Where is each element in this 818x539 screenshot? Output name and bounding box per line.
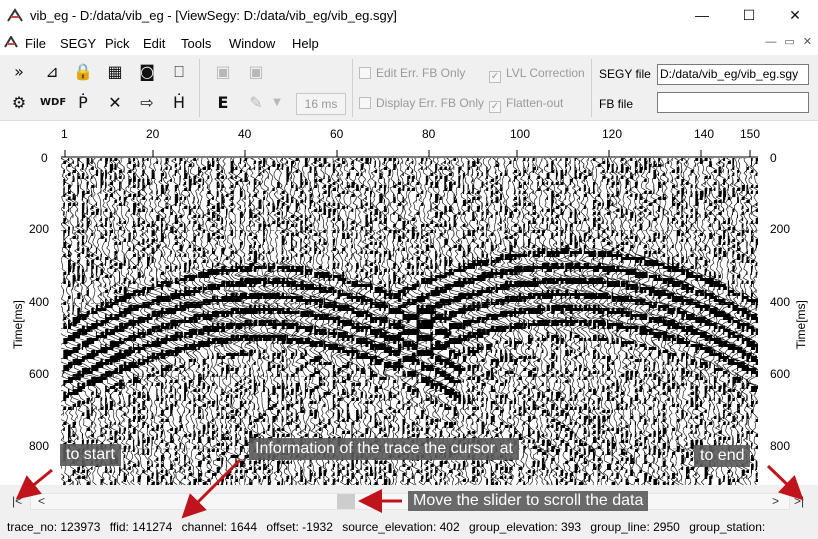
gear-icon[interactable]: ⚙ — [7, 92, 31, 114]
menu-bar: File SEGY Pick Edit Tools Window Help — ▭… — [0, 31, 818, 55]
scroll-slider[interactable] — [337, 494, 355, 509]
status-group-elevation: group_elevation: 393 — [468, 520, 582, 534]
scroll-to-start-button[interactable]: |< — [12, 494, 22, 508]
seismic-view[interactable]: 1 20 40 60 80 100 120 140 150 0 200 400 … — [0, 121, 818, 485]
x-tick-label: 100 — [510, 127, 531, 141]
edit-err-fb-only-checkbox[interactable]: Edit Err. FB Only — [359, 66, 465, 80]
y-tick-label-right: 400 — [770, 295, 791, 309]
y-tick-label: 200 — [29, 222, 50, 236]
status-trace-no: trace_no: 123973 — [7, 520, 101, 534]
window-title: vib_eg - D:/data/vib_eg - [ViewSegy: D:/… — [30, 8, 397, 23]
grid-icon[interactable]: ▦ — [103, 61, 127, 83]
x-tick-label: 120 — [602, 127, 623, 141]
y-tick-label: 600 — [29, 367, 50, 381]
status-offset: offset: -1932 — [266, 520, 333, 534]
camera-icon[interactable]: ◙ — [135, 61, 159, 83]
maximize-button[interactable]: ☐ — [737, 5, 761, 25]
fb-file-label: FB file — [599, 97, 634, 111]
scroll-to-end-button[interactable]: >| — [794, 494, 804, 508]
x-tick-label: 20 — [146, 127, 160, 141]
x-tick-label: 150 — [740, 127, 761, 141]
x-tick-label: 80 — [422, 127, 436, 141]
menu-edit[interactable]: Edit — [143, 36, 165, 51]
menu-help[interactable]: Help — [292, 36, 319, 51]
display-icon[interactable]: ⎕ — [167, 61, 191, 83]
mdi-minimize-icon[interactable]: — — [765, 36, 776, 48]
mdi-restore-icon[interactable]: ▭ — [784, 36, 794, 48]
seismic-wiggle-display[interactable] — [61, 158, 758, 485]
status-bar: trace_no: 123973 ffid: 141274 channel: 1… — [0, 516, 818, 539]
menu-file[interactable]: File — [25, 36, 46, 51]
menu-tools[interactable]: Tools — [181, 36, 211, 51]
segy-file-label: SEGY file — [599, 67, 651, 81]
toolbar: » ⊿ 🔒 ▦ ◙ ⎕ ▣ ▣ ⚙ WDF Ṗ ✕ ⇨ Ḣ E ✎ ▼ 16 m… — [0, 55, 818, 121]
mdi-close-icon[interactable]: ✕ — [803, 36, 812, 48]
app-logo-icon — [7, 8, 23, 22]
mdi-window-controls: — ▭ ✕ — [757, 35, 812, 48]
y-tick-label-right: 600 — [770, 367, 791, 381]
annotation-to-end: to end — [694, 445, 751, 467]
annotation-to-start: to start — [60, 444, 121, 466]
save-as-icon[interactable]: ▣ — [244, 61, 268, 83]
cross-icon[interactable]: ✕ — [103, 92, 127, 114]
edit-e-icon[interactable]: E — [211, 92, 235, 114]
y-tick-label-right: 800 — [770, 439, 791, 453]
status-group-line: group_line: 2950 — [590, 520, 680, 534]
wdf-icon[interactable]: WDF — [40, 92, 66, 114]
segy-file-input[interactable]: D:/data/vib_eg/vib_eg.sgy — [657, 64, 809, 85]
toolbar-separator — [352, 59, 353, 117]
status-source-elevation: source_elevation: 402 — [342, 520, 460, 534]
status-channel: channel: 1644 — [181, 520, 258, 534]
dropdown-arrow-icon[interactable]: ▼ — [265, 92, 289, 114]
app-menu-icon[interactable] — [4, 36, 18, 48]
export-icon[interactable]: ⇨ — [135, 92, 159, 114]
menu-pick[interactable]: Pick — [105, 36, 130, 51]
y-tick-label: 400 — [29, 295, 50, 309]
close-button[interactable]: ✕ — [783, 5, 807, 25]
header-icon[interactable]: Ḣ — [167, 92, 191, 114]
menu-window[interactable]: Window — [229, 36, 275, 51]
x-tick-label: 40 — [238, 127, 252, 141]
status-ffid: ffid: 141274 — [109, 520, 173, 534]
y-tick-label: 0 — [41, 151, 48, 165]
annotation-trace-info: Information of the trace the cursor at — [249, 438, 519, 460]
y-axis-label-right: Time[ms] — [794, 300, 808, 349]
y-tick-label-right: 200 — [770, 222, 791, 236]
display-err-fb-only-checkbox[interactable]: Display Err. FB Only — [359, 96, 484, 110]
lvl-correction-checkbox[interactable]: ✓ LVL Correction — [489, 66, 585, 83]
minimize-button[interactable]: — — [690, 5, 714, 25]
y-axis-label-left: Time[ms] — [11, 300, 25, 349]
scroll-right-button[interactable]: > — [772, 494, 779, 508]
title-bar: vib_eg - D:/data/vib_eg - [ViewSegy: D:/… — [0, 0, 818, 31]
pick-icon[interactable]: Ṗ — [71, 92, 95, 114]
fb-file-input[interactable] — [657, 92, 809, 113]
save-icon[interactable]: ▣ — [211, 61, 235, 83]
y-tick-label: 800 — [29, 439, 50, 453]
flatten-out-checkbox[interactable]: ✓ Flatten-out — [489, 96, 563, 113]
annotation-slider: Move the slider to scroll the data — [408, 491, 649, 511]
menu-segy[interactable]: SEGY — [60, 36, 96, 51]
lock-icon[interactable]: 🔒 — [71, 61, 95, 83]
y-tick-label-right: 0 — [770, 151, 777, 165]
x-tick-label: 140 — [694, 127, 715, 141]
scroll-left-button[interactable]: < — [38, 494, 45, 508]
time-step-field[interactable]: 16 ms — [296, 93, 346, 115]
toolbar-separator — [199, 59, 200, 117]
x-tick-label: 60 — [330, 127, 344, 141]
toolbar-separator — [591, 59, 592, 117]
status-group-station: group_station: — [689, 520, 766, 534]
x-tick-label: 1 — [61, 127, 68, 141]
fast-forward-icon[interactable]: » — [7, 61, 31, 83]
normalize-icon[interactable]: ⊿ — [40, 61, 64, 83]
